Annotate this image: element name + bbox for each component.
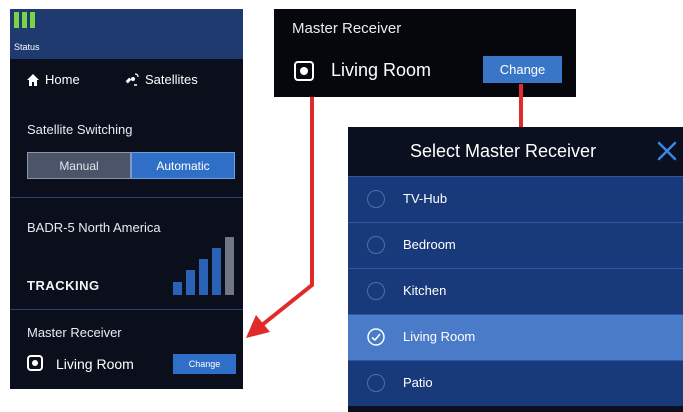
signal-bar bbox=[225, 237, 234, 295]
callout-title: Master Receiver bbox=[292, 20, 402, 37]
list-item-label: TV-Hub bbox=[403, 191, 448, 206]
signal-bar bbox=[199, 259, 208, 295]
nav-bar: Home Satellites bbox=[10, 72, 243, 98]
list-item-label: Kitchen bbox=[403, 283, 447, 298]
nav-home[interactable]: Home bbox=[27, 72, 80, 87]
list-item-kitchen[interactable]: Kitchen bbox=[348, 268, 683, 314]
home-icon bbox=[27, 73, 39, 86]
switching-toggle: Manual Automatic bbox=[27, 152, 235, 179]
status-bars-icon bbox=[14, 12, 35, 28]
dialog-title: Select Master Receiver bbox=[410, 141, 597, 161]
list-item-tv-hub[interactable]: TV-Hub bbox=[348, 176, 683, 222]
manual-option[interactable]: Manual bbox=[27, 152, 131, 179]
check-circle-icon bbox=[367, 328, 385, 346]
radio-icon bbox=[367, 236, 385, 254]
signal-bar bbox=[186, 270, 195, 295]
close-icon[interactable] bbox=[656, 140, 678, 162]
list-item-living-room[interactable]: Living Room bbox=[348, 314, 683, 360]
list-item-patio[interactable]: Patio bbox=[348, 360, 683, 406]
callout-change-button[interactable]: Change bbox=[483, 56, 562, 83]
radio-icon bbox=[367, 282, 385, 300]
nav-satellites-label: Satellites bbox=[145, 72, 198, 87]
radio-icon bbox=[367, 374, 385, 392]
signal-bar bbox=[212, 248, 221, 295]
list-item-label: Patio bbox=[403, 375, 433, 390]
select-master-receiver-dialog: Select Master Receiver TV-Hub Bedroom Ki… bbox=[348, 127, 683, 412]
master-receiver-callout: Master Receiver Living Room Change bbox=[274, 9, 576, 97]
nav-home-label: Home bbox=[45, 72, 80, 87]
master-receiver-title: Master Receiver bbox=[27, 325, 122, 340]
master-receiver-room: Living Room bbox=[56, 356, 134, 372]
receiver-icon bbox=[294, 61, 314, 81]
satellite-region: BADR-5 North America bbox=[27, 220, 161, 235]
status-bar[interactable]: Status bbox=[10, 9, 243, 59]
arrow-to-panel bbox=[246, 97, 314, 338]
receiver-icon bbox=[27, 355, 43, 371]
satellite-switching-title: Satellite Switching bbox=[27, 122, 133, 137]
list-item-label: Living Room bbox=[403, 329, 476, 344]
change-button[interactable]: Change bbox=[173, 354, 236, 374]
list-item-bedroom[interactable]: Bedroom bbox=[348, 222, 683, 268]
nav-satellites[interactable]: Satellites bbox=[125, 72, 198, 87]
list-item-label: Bedroom bbox=[403, 237, 456, 252]
automatic-option[interactable]: Automatic bbox=[131, 152, 235, 179]
signal-bar bbox=[173, 282, 182, 295]
divider bbox=[10, 197, 243, 198]
callout-room: Living Room bbox=[331, 60, 432, 80]
signal-strength-indicator bbox=[173, 235, 235, 295]
radio-icon bbox=[367, 190, 385, 208]
status-label: Status bbox=[14, 42, 40, 52]
tracking-status: TRACKING bbox=[27, 278, 100, 293]
app-panel: Status Home Satellites Satellite Switchi… bbox=[10, 9, 243, 389]
satellite-icon bbox=[125, 72, 139, 86]
divider bbox=[10, 309, 243, 310]
